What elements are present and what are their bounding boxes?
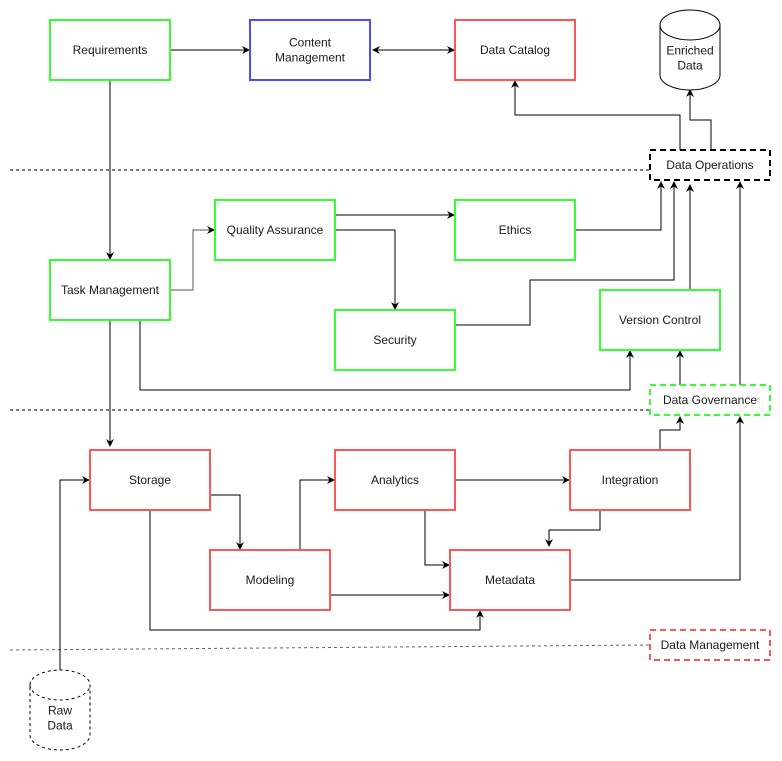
version-control-label: Version Control (619, 313, 701, 327)
edge-ethics-data-operations[interactable] (576, 181, 665, 231)
raw-data-label: Raw (48, 704, 72, 718)
enriched-data-label: Enriched (666, 44, 713, 58)
nodes: Requirements ContentManagement Data Catalo… (29, 9, 771, 751)
node-enriched-data[interactable]: EnrichedData (659, 9, 721, 91)
node-metadata[interactable]: Metadata (449, 549, 571, 611)
node-modeling[interactable]: Modeling (209, 549, 331, 611)
node-analytics[interactable]: Analytics (334, 449, 456, 511)
quality-assurance-label: Quality Assurance (227, 223, 324, 237)
data-operations-label: Data Operations (666, 158, 753, 172)
edge-task-management-quality-assurance[interactable] (171, 226, 215, 291)
content-management-label: Management (275, 51, 346, 65)
data-governance-label: Data Governance (663, 393, 757, 407)
requirements-label: Requirements (73, 43, 148, 57)
ethics-label: Ethics (499, 223, 532, 237)
edge-storage-modeling[interactable] (211, 494, 244, 550)
integration-label: Integration (602, 473, 659, 487)
data-management-label: Data Management (661, 638, 760, 652)
edge-quality-assurance-security[interactable] (336, 229, 399, 310)
lane-separator-management (9, 644, 651, 651)
node-security[interactable]: Security (334, 309, 456, 371)
node-data-catalog[interactable]: Data Catalog (454, 19, 576, 81)
node-data-operations[interactable]: Data Operations (649, 149, 771, 181)
node-task-management[interactable]: Task Management (49, 259, 171, 321)
analytics-label: Analytics (371, 473, 419, 487)
edge-data-operations-enriched-data[interactable] (686, 89, 712, 150)
node-content-management[interactable]: ContentManagement (249, 19, 371, 81)
content-management-label: Content (289, 36, 332, 50)
storage-label: Storage (129, 473, 171, 487)
edge-data-operations-data-catalog[interactable] (511, 80, 681, 150)
node-data-management[interactable]: Data Management (649, 629, 771, 661)
node-raw-data[interactable]: RawData (29, 669, 91, 751)
edge-integration-data-governance[interactable] (659, 416, 684, 450)
enriched-data-label: Data (677, 59, 703, 73)
edge-raw-data-storage[interactable] (59, 476, 90, 670)
node-data-governance[interactable]: Data Governance (649, 384, 771, 416)
node-requirements[interactable]: Requirements (49, 19, 171, 81)
data-catalog-label: Data Catalog (480, 43, 550, 57)
security-label: Security (373, 333, 416, 347)
node-integration[interactable]: Integration (569, 449, 691, 511)
edge-analytics-metadata[interactable] (424, 510, 450, 569)
node-version-control[interactable]: Version Control (599, 289, 721, 351)
node-quality-assurance[interactable]: Quality Assurance (214, 199, 336, 261)
data-architecture-diagram: Requirements ContentManagement Data Catalo… (9, 9, 771, 751)
edge-modeling-analytics[interactable] (299, 476, 335, 550)
modeling-label: Modeling (246, 573, 295, 587)
metadata-label: Metadata (485, 573, 535, 587)
edge-integration-metadata[interactable] (545, 510, 601, 547)
task-management-label: Task Management (61, 283, 160, 297)
node-storage[interactable]: Storage (89, 449, 211, 511)
raw-data-label: Data (47, 719, 73, 733)
node-ethics[interactable]: Ethics (454, 199, 576, 261)
